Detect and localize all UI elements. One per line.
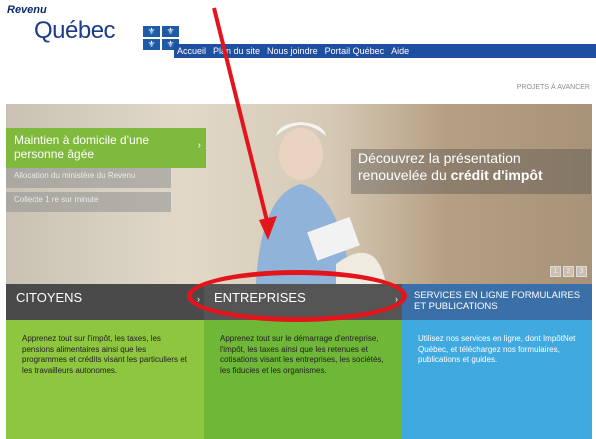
- tab-citoyens[interactable]: CITOYENS ›: [6, 284, 204, 320]
- feature-panel: Maintien à domicile d'une personne âgée …: [6, 104, 206, 284]
- nav-plan-du-site[interactable]: Plan du site: [213, 46, 260, 56]
- headline-bold: crédit d'impôt: [450, 167, 543, 183]
- nav-aide[interactable]: Aide: [391, 46, 409, 56]
- nav-nous-joindre[interactable]: Nous joindre: [267, 46, 318, 56]
- pager-button[interactable]: 1: [550, 266, 561, 277]
- pager-button[interactable]: 3: [576, 266, 587, 277]
- hero-pager: 1 2 3: [550, 266, 587, 277]
- fleur-de-lis-icon: ⚜: [162, 26, 179, 37]
- hero-photo: [256, 122, 386, 284]
- headline-line-1: Découvrez la présentation: [358, 150, 521, 166]
- chevron-right-icon: ›: [197, 140, 201, 151]
- chevron-right-icon: ›: [197, 294, 200, 304]
- section-bodies: Apprenez tout sur l'impôt, les taxes, le…: [6, 320, 592, 439]
- citoyens-description: Apprenez tout sur l'impôt, les taxes, le…: [6, 320, 204, 439]
- hero-headline[interactable]: Découvrez la présentation renouvelée du …: [358, 150, 588, 184]
- fleur-de-lis-icon: ⚜: [143, 26, 160, 37]
- services-description: Utilisez nos services en ligne, dont Imp…: [402, 320, 592, 439]
- feature-item[interactable]: Collecte 1 re sur minute: [6, 192, 171, 212]
- headline-line-2: renouvelée du crédit d'impôt: [358, 167, 543, 183]
- top-navbar: Accueil Plan du site Nous joindre Portai…: [174, 44, 596, 58]
- tab-services[interactable]: SERVICES EN LIGNE FORMULAIRES ET PUBLICA…: [402, 284, 592, 320]
- nav-portail-quebec[interactable]: Portail Québec: [325, 46, 385, 56]
- chevron-right-icon: ›: [395, 294, 398, 304]
- feature-title: Maintien à domicile d'une personne âgée: [14, 133, 150, 161]
- pager-button[interactable]: 2: [563, 266, 574, 277]
- logo-revenu: Revenu: [7, 4, 47, 16]
- tab-entreprises[interactable]: ENTREPRISES ›: [204, 284, 402, 320]
- feature-link[interactable]: Maintien à domicile d'une personne âgée …: [6, 128, 206, 168]
- logo-quebec[interactable]: Québec: [34, 17, 116, 45]
- lang-link[interactable]: PROJETS À AVANCER: [517, 84, 590, 91]
- section-tabs: CITOYENS › ENTREPRISES › SERVICES EN LIGNE…: [6, 284, 592, 320]
- fleur-de-lis-icon: ⚜: [143, 39, 160, 50]
- nav-accueil[interactable]: Accueil: [177, 46, 206, 56]
- feature-item[interactable]: Allocation du ministère du Revenu: [6, 168, 171, 188]
- hero-banner[interactable]: Maintien à domicile d'une personne âgée …: [6, 104, 592, 284]
- entreprises-description: Apprenez tout sur le démarrage d'entrepr…: [204, 320, 402, 439]
